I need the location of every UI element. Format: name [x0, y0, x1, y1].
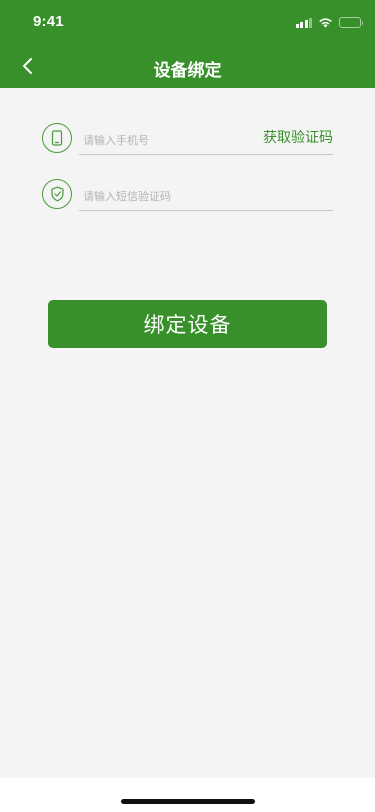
shield-check-icon	[42, 179, 72, 209]
status-time: 9:41	[33, 13, 64, 30]
wifi-icon	[319, 17, 332, 27]
signal-icon	[295, 17, 312, 28]
battery-icon	[339, 16, 363, 28]
status-bar: 9:41	[0, 0, 375, 44]
bottom-safe-area	[0, 778, 375, 812]
sms-code-input[interactable]	[79, 182, 333, 211]
page-title: 设备绑定	[153, 61, 222, 81]
code-field-row	[42, 179, 333, 213]
content-area: 获取验证码 绑定设备	[0, 88, 375, 778]
status-icons	[295, 15, 363, 29]
phone-field-row: 获取验证码	[42, 123, 333, 157]
get-code-button[interactable]: 获取验证码	[263, 127, 333, 147]
phone-icon	[42, 123, 72, 153]
home-indicator[interactable]	[121, 799, 255, 804]
nav-bar: 设备绑定	[0, 44, 375, 88]
bind-device-button[interactable]: 绑定设备	[48, 300, 327, 348]
